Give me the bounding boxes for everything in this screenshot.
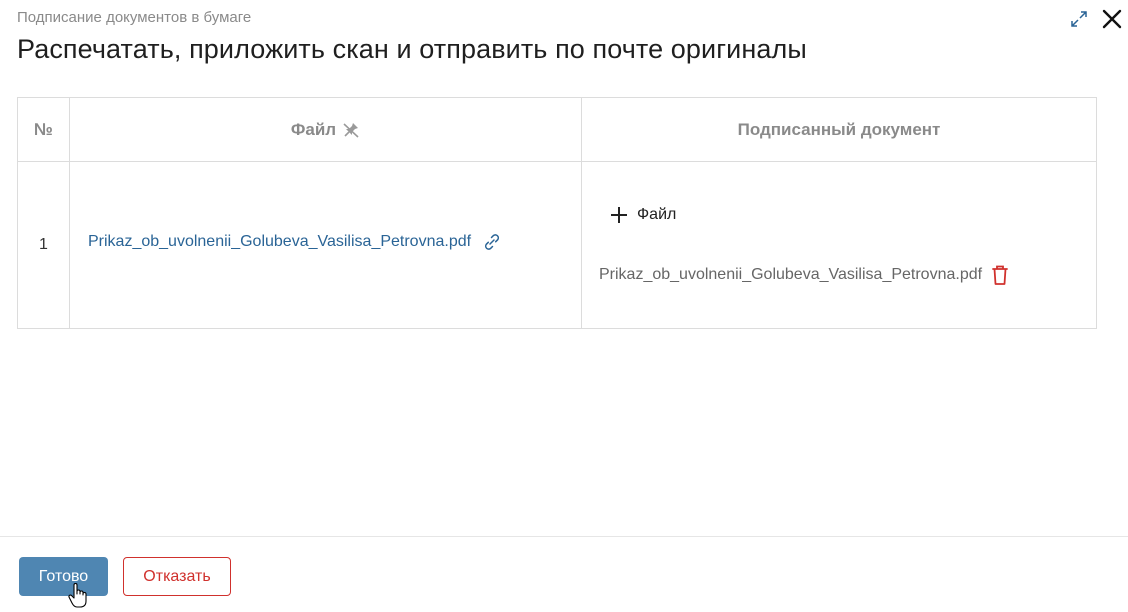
decline-button[interactable]: Отказать	[123, 557, 231, 596]
expand-icon[interactable]	[1068, 8, 1090, 30]
hand-cursor-icon	[68, 583, 87, 608]
close-icon[interactable]	[1101, 8, 1123, 30]
footer-divider	[0, 536, 1128, 537]
add-file-label: Файл	[637, 205, 677, 223]
add-file-button[interactable]: Файл	[609, 205, 676, 225]
file-cell: Prikaz_ob_uvolnenii_Golubeva_Vasilisa_Pe…	[69, 161, 582, 329]
table-row: 1 Prikaz_ob_uvolnenii_Golubeva_Vasilisa_…	[17, 161, 1097, 329]
signed-document-cell: Файл Prikaz_ob_uvolnenii_Golubeva_Vasili…	[581, 161, 1097, 329]
signed-file-name[interactable]: Prikaz_ob_uvolnenii_Golubeva_Vasilisa_Pe…	[599, 266, 982, 284]
dialog-title: Распечатать, приложить скан и отправить …	[17, 34, 807, 64]
plus-icon	[611, 206, 627, 223]
dialog-subtitle: Подписание документов в бумаге	[17, 9, 252, 26]
pin-off-icon[interactable]	[342, 121, 360, 139]
column-header-number: №	[17, 97, 70, 162]
row-number: 1	[17, 161, 70, 329]
column-header-file-label: Файл	[290, 119, 337, 139]
table-header-row: № Файл Подписанный документ	[17, 97, 1097, 162]
file-link[interactable]: Prikaz_ob_uvolnenii_Golubeva_Vasilisa_Pe…	[88, 233, 471, 251]
column-header-file: Файл	[69, 97, 582, 162]
documents-table: № Файл Подписанный документ 1 Prikaz_ob_…	[17, 97, 1097, 329]
column-header-signed: Подписанный документ	[581, 97, 1097, 162]
trash-icon[interactable]	[990, 264, 1010, 286]
link-icon[interactable]	[481, 231, 503, 253]
done-button[interactable]: Готово	[19, 557, 108, 596]
